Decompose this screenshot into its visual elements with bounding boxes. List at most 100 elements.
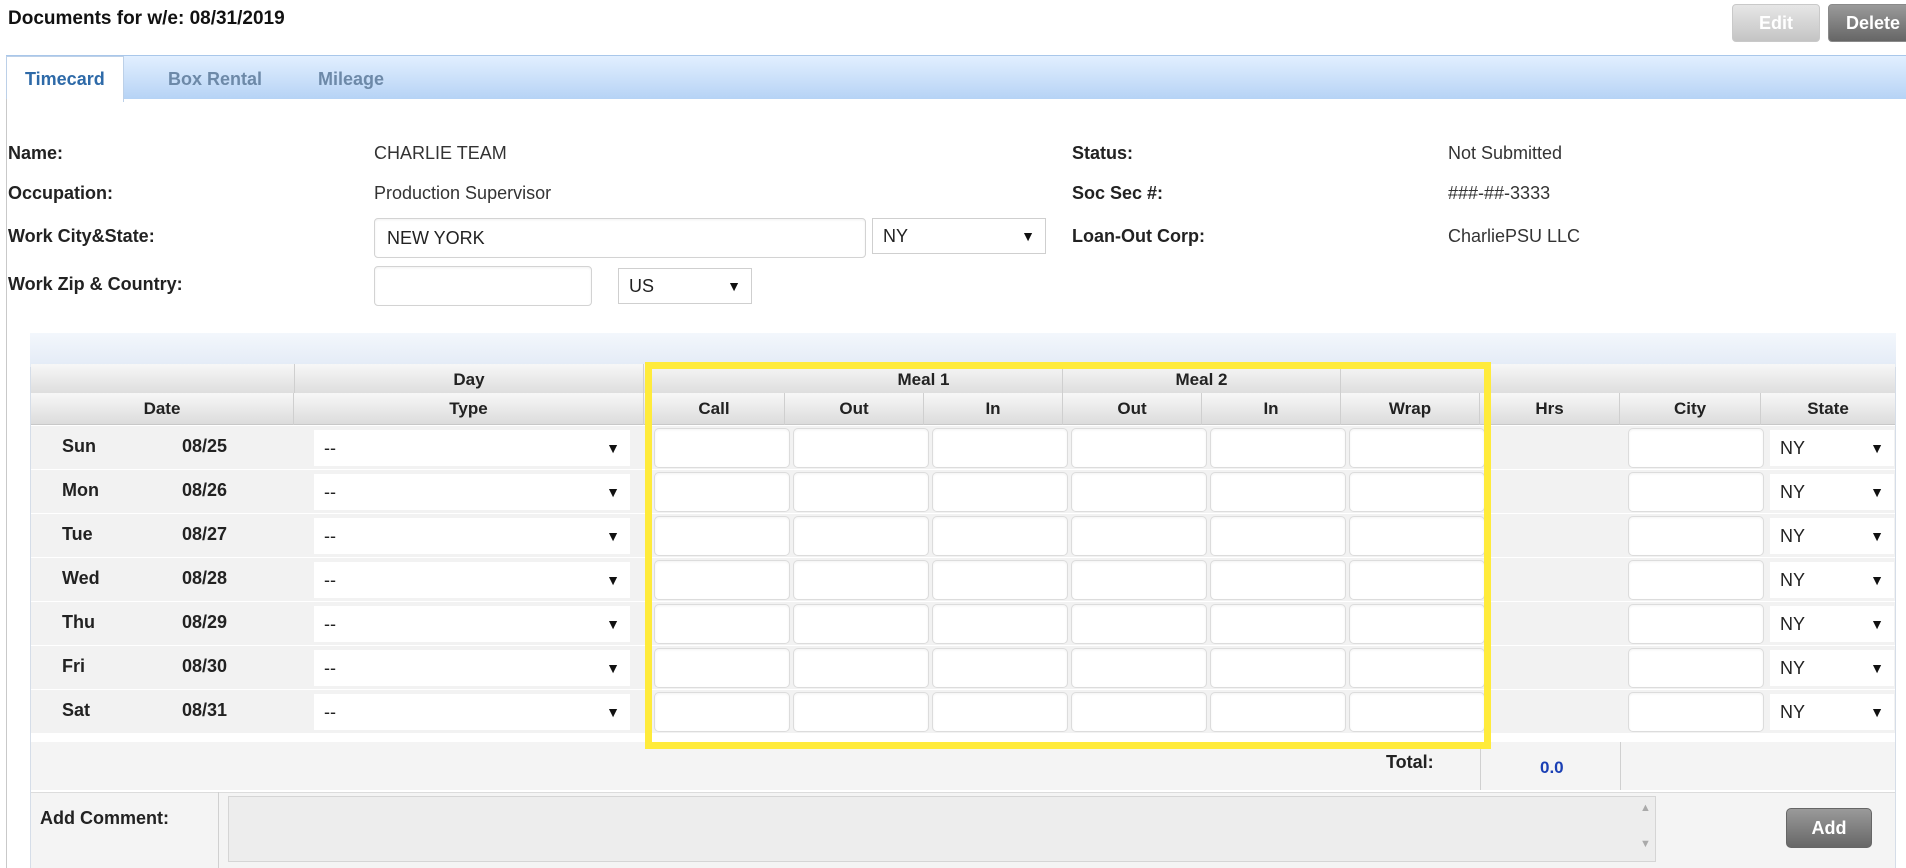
call-input[interactable] xyxy=(654,560,790,600)
edit-button[interactable]: Edit xyxy=(1732,4,1820,42)
total-row xyxy=(31,742,1895,790)
wrap-input[interactable] xyxy=(1349,560,1485,600)
day-label: Thu xyxy=(62,612,95,632)
wrap-input[interactable] xyxy=(1349,604,1485,644)
state-select[interactable]: NY ▼ xyxy=(1770,430,1894,466)
scroll-down-icon[interactable]: ▼ xyxy=(1640,838,1651,850)
chevron-down-icon: ▼ xyxy=(1870,484,1884,500)
meal1-in-input[interactable] xyxy=(932,692,1068,732)
name-label: Name: xyxy=(8,143,64,163)
ssn-label: Soc Sec #: xyxy=(1072,183,1164,203)
meal1-out-input[interactable] xyxy=(793,516,929,556)
city-input[interactable] xyxy=(1628,648,1764,688)
panel-border xyxy=(6,99,7,868)
day-label: Mon xyxy=(62,480,99,500)
work-zip-input[interactable] xyxy=(374,266,592,306)
comment-label: Add Comment: xyxy=(40,808,169,828)
city-input[interactable] xyxy=(1628,428,1764,468)
state-select[interactable]: NY ▼ xyxy=(1770,694,1894,730)
wrap-input[interactable] xyxy=(1349,516,1485,556)
meal1-in-input[interactable] xyxy=(932,604,1068,644)
meal2-out-input[interactable] xyxy=(1071,428,1207,468)
meal1-out-input[interactable] xyxy=(793,692,929,732)
tab-box-rental[interactable]: Box Rental xyxy=(150,56,280,102)
wrap-input[interactable] xyxy=(1349,428,1485,468)
state-select[interactable]: NY ▼ xyxy=(1770,606,1894,642)
meal1-in-input[interactable] xyxy=(932,516,1068,556)
add-comment-button[interactable]: Add xyxy=(1786,808,1872,848)
date-label: 08/30 xyxy=(182,656,228,676)
call-input[interactable] xyxy=(654,428,790,468)
meal1-in-col-header: In xyxy=(924,393,1063,425)
wrap-input[interactable] xyxy=(1349,472,1485,512)
day-label: Sat xyxy=(62,700,91,720)
city-input[interactable] xyxy=(1628,516,1764,556)
meal1-out-input[interactable] xyxy=(793,428,929,468)
work-state-select[interactable]: NY ▼ xyxy=(872,218,1046,254)
day-type-select[interactable]: -- ▼ xyxy=(314,518,630,554)
meal2-in-input[interactable] xyxy=(1210,648,1346,688)
comment-divider xyxy=(218,792,219,868)
tab-timecard[interactable]: Timecard xyxy=(6,56,124,102)
scroll-up-icon[interactable]: ▲ xyxy=(1640,802,1651,814)
call-input[interactable] xyxy=(654,516,790,556)
meal2-out-input[interactable] xyxy=(1071,648,1207,688)
meal2-out-col-header: Out xyxy=(1063,393,1202,425)
meal2-in-input[interactable] xyxy=(1210,692,1346,732)
meal1-in-input[interactable] xyxy=(932,560,1068,600)
call-input[interactable] xyxy=(654,472,790,512)
meal1-out-input[interactable] xyxy=(793,604,929,644)
city-input[interactable] xyxy=(1628,604,1764,644)
meal2-in-input[interactable] xyxy=(1210,472,1346,512)
call-input[interactable] xyxy=(654,648,790,688)
call-input[interactable] xyxy=(654,692,790,732)
meal1-out-input[interactable] xyxy=(793,648,929,688)
city-input[interactable] xyxy=(1628,560,1764,600)
wrap-col-header: Wrap xyxy=(1341,393,1480,425)
chevron-down-icon: ▼ xyxy=(1870,440,1884,456)
tab-mileage[interactable]: Mileage xyxy=(300,56,402,102)
meal1-in-input[interactable] xyxy=(932,472,1068,512)
city-input[interactable] xyxy=(1628,692,1764,732)
day-type-value: -- xyxy=(324,569,336,590)
state-col-header: State xyxy=(1807,399,1849,418)
work-city-input[interactable]: NEW YORK xyxy=(374,218,866,258)
state-select[interactable]: NY ▼ xyxy=(1770,650,1894,686)
meal2-in-input[interactable] xyxy=(1210,560,1346,600)
day-label: Sun xyxy=(62,436,96,456)
day-type-select[interactable]: -- ▼ xyxy=(314,430,630,466)
meal2-out-input[interactable] xyxy=(1071,604,1207,644)
occupation-label: Occupation: xyxy=(8,183,114,203)
day-type-select[interactable]: -- ▼ xyxy=(314,694,630,730)
city-input[interactable] xyxy=(1628,472,1764,512)
state-select[interactable]: NY ▼ xyxy=(1770,562,1894,598)
grid-top-band xyxy=(30,333,1896,367)
date-label: 08/31 xyxy=(182,700,228,720)
meal2-in-input[interactable] xyxy=(1210,604,1346,644)
wrap-input[interactable] xyxy=(1349,692,1485,732)
meal2-out-input[interactable] xyxy=(1071,516,1207,556)
state-select[interactable]: NY ▼ xyxy=(1770,518,1894,554)
day-type-select[interactable]: -- ▼ xyxy=(314,606,630,642)
total-divider xyxy=(1620,742,1621,790)
state-value: NY xyxy=(1780,481,1806,502)
day-type-select[interactable]: -- ▼ xyxy=(314,650,630,686)
meal2-out-input[interactable] xyxy=(1071,692,1207,732)
meal1-in-input[interactable] xyxy=(932,648,1068,688)
country-select[interactable]: US ▼ xyxy=(618,268,752,304)
meal2-in-col-header: In xyxy=(1202,393,1341,425)
state-select[interactable]: NY ▼ xyxy=(1770,474,1894,510)
meal2-in-input[interactable] xyxy=(1210,428,1346,468)
meal1-in-input[interactable] xyxy=(932,428,1068,468)
meal1-out-input[interactable] xyxy=(793,560,929,600)
meal2-in-input[interactable] xyxy=(1210,516,1346,556)
comment-textarea[interactable] xyxy=(228,796,1656,862)
day-type-select[interactable]: -- ▼ xyxy=(314,474,630,510)
meal2-out-input[interactable] xyxy=(1071,560,1207,600)
delete-button[interactable]: Delete xyxy=(1828,4,1906,42)
call-input[interactable] xyxy=(654,604,790,644)
meal1-out-input[interactable] xyxy=(793,472,929,512)
day-type-select[interactable]: -- ▼ xyxy=(314,562,630,598)
wrap-input[interactable] xyxy=(1349,648,1485,688)
meal2-out-input[interactable] xyxy=(1071,472,1207,512)
